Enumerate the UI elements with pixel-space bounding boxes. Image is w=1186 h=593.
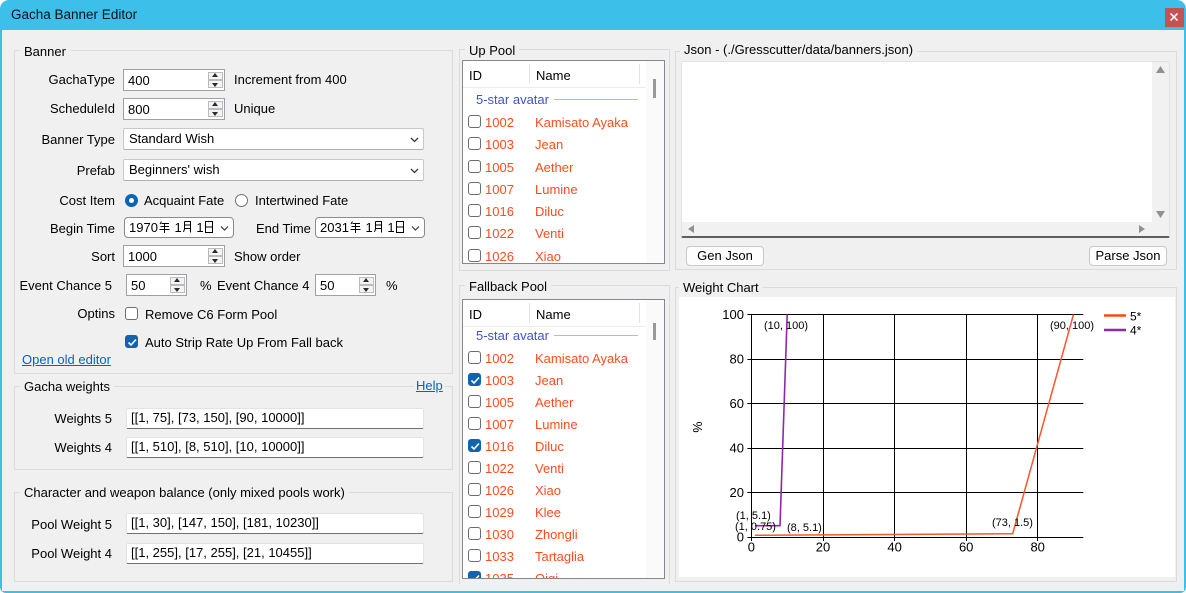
svg-text:0: 0 [748,540,755,555]
svg-text:60: 60 [959,540,973,555]
svg-text:40: 40 [887,540,901,555]
svg-text:(73, 1.5): (73, 1.5) [992,517,1033,529]
svg-text:80: 80 [1030,540,1044,555]
svg-text:(10, 100): (10, 100) [764,320,808,332]
svg-text:80: 80 [730,352,744,367]
svg-text:60: 60 [730,396,744,411]
svg-text:20: 20 [816,540,830,555]
svg-text:20: 20 [730,485,744,500]
svg-text:(1, 0.75): (1, 0.75) [735,521,776,533]
svg-text:100: 100 [722,307,744,322]
svg-text:40: 40 [730,441,744,456]
svg-text:%: % [691,421,705,432]
svg-text:(90, 100): (90, 100) [1050,320,1094,332]
svg-text:(8, 5.1): (8, 5.1) [787,522,822,534]
svg-text:5*: 5* [1130,310,1142,324]
svg-text:4*: 4* [1130,324,1142,338]
